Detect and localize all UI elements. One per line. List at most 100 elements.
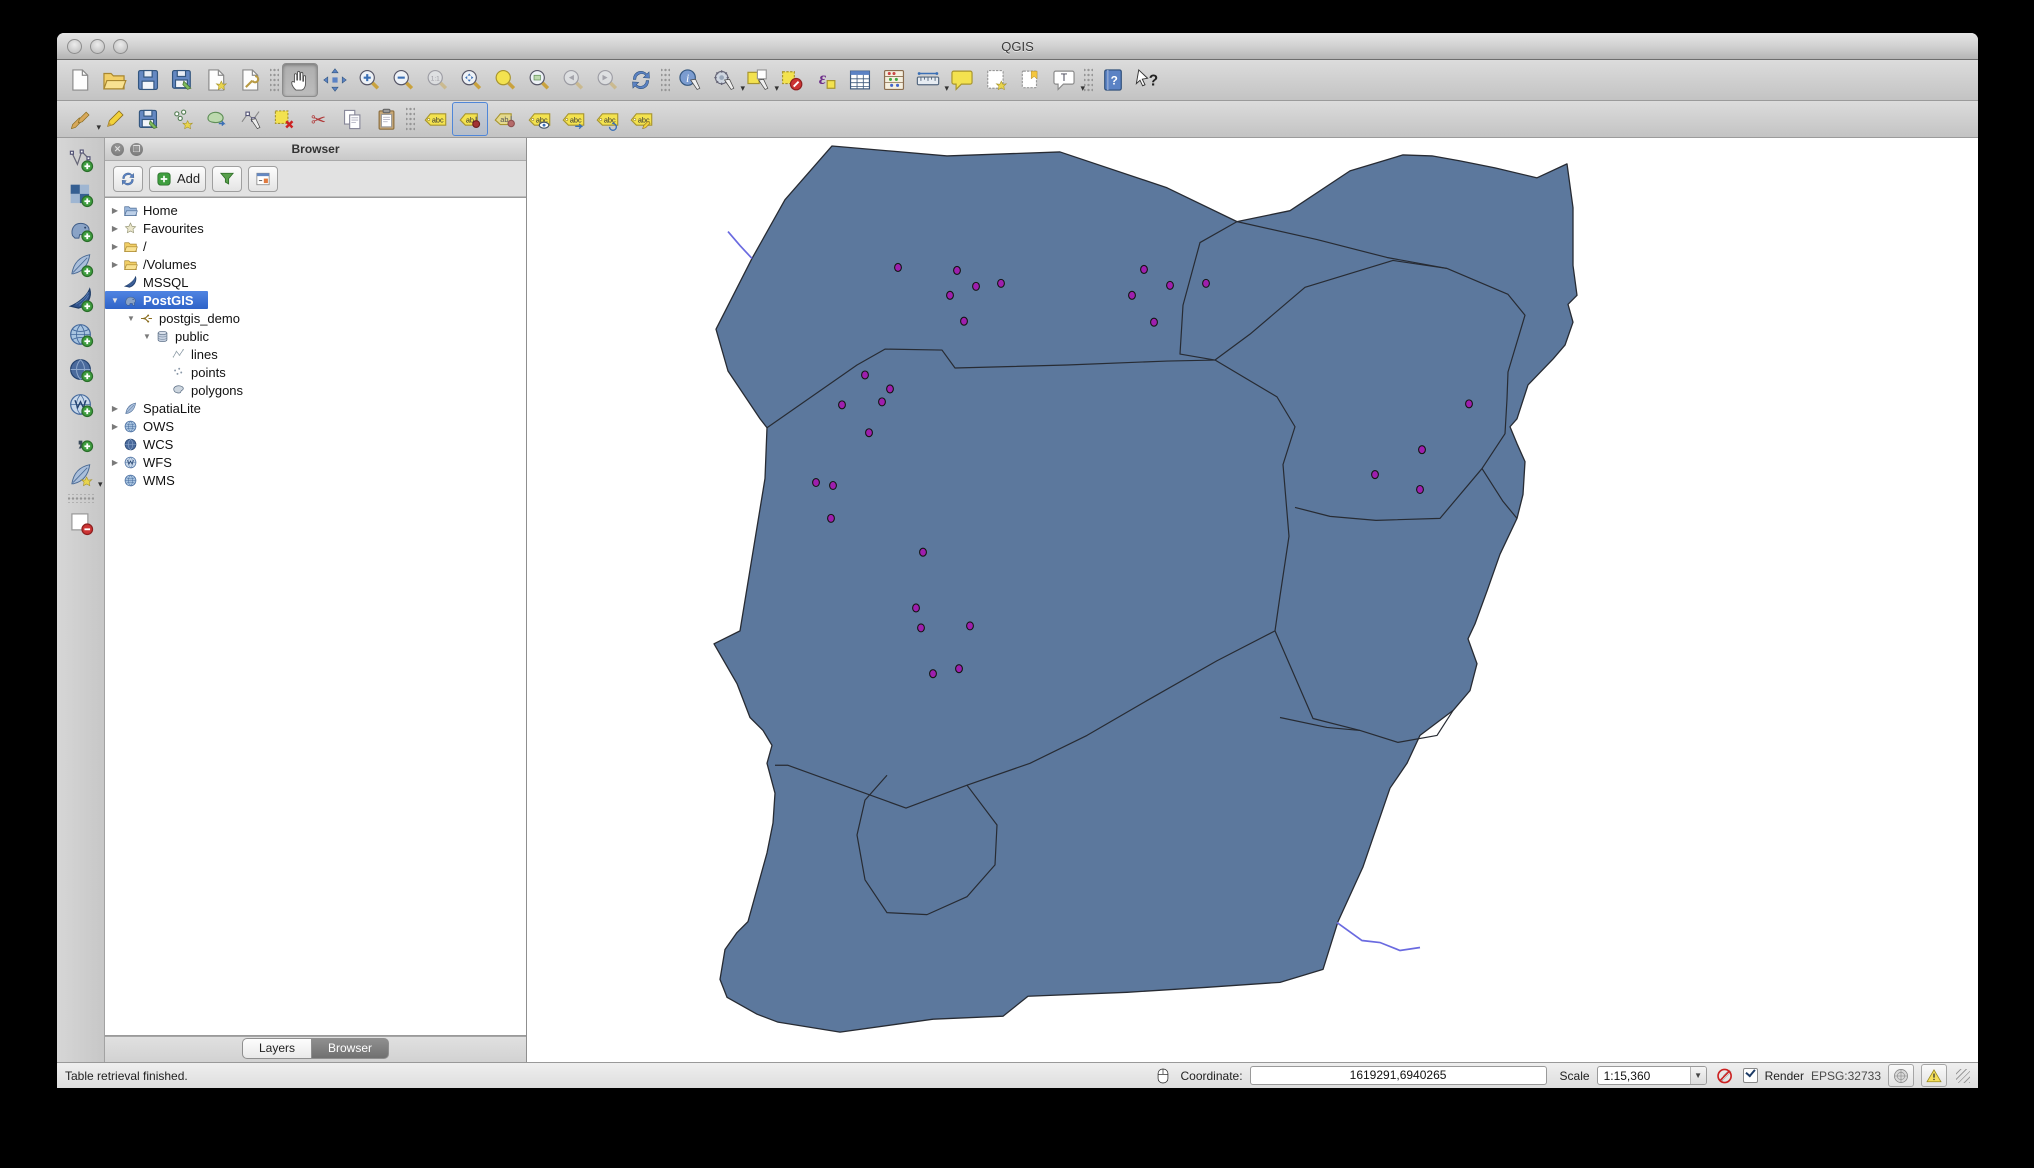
zoom-out-icon[interactable]: [386, 64, 420, 96]
properties-widget-button[interactable]: [248, 166, 278, 192]
whats-this-icon[interactable]: ?: [1130, 64, 1164, 96]
tab-browser[interactable]: Browser: [311, 1038, 389, 1059]
tree-item-[interactable]: ▶/: [105, 237, 526, 255]
zoom-in-icon[interactable]: [352, 64, 386, 96]
tree-item-volumes[interactable]: ▶/Volumes: [105, 255, 526, 273]
add-button[interactable]: Add: [149, 166, 206, 192]
deselect-features-icon[interactable]: [775, 64, 809, 96]
expander-expanded-icon[interactable]: ▼: [141, 332, 153, 341]
new-print-composer-icon[interactable]: [199, 64, 233, 96]
layer-labeling-options-icon[interactable]: abc: [418, 103, 452, 135]
coordinate-input[interactable]: 1619291,6940265: [1250, 1066, 1547, 1085]
save-project-as-icon[interactable]: [165, 64, 199, 96]
expander-collapsed-icon[interactable]: ▶: [109, 242, 121, 251]
scale-combo[interactable]: 1:15,360 ▼: [1597, 1066, 1707, 1085]
tree-item-polygons[interactable]: polygons: [105, 381, 526, 399]
composer-manager-icon[interactable]: [233, 64, 267, 96]
label-highlight-pinned-icon[interactable]: ab: [488, 103, 522, 135]
label-pin-unpin-icon[interactable]: ab: [452, 102, 488, 136]
map-tips-icon[interactable]: [945, 64, 979, 96]
expander-collapsed-icon[interactable]: ▶: [109, 458, 121, 467]
identify-features-icon[interactable]: i: [673, 64, 707, 96]
tree-item-lines[interactable]: lines: [105, 345, 526, 363]
crs-status-button[interactable]: [1888, 1064, 1914, 1087]
new-project-icon[interactable]: [63, 64, 97, 96]
zoom-next-icon[interactable]: [590, 64, 624, 96]
delete-selected-icon[interactable]: [267, 103, 301, 135]
label-properties-icon[interactable]: abc: [624, 103, 658, 135]
show-bookmarks-icon[interactable]: [1013, 64, 1047, 96]
new-shapefile-layer-icon[interactable]: ▾: [63, 457, 99, 492]
add-wcs-layer-icon[interactable]: [63, 352, 99, 387]
tree-item-wfs[interactable]: ▶WFS: [105, 453, 526, 471]
expander-expanded-icon[interactable]: ▼: [125, 314, 137, 323]
tree-item-mssql[interactable]: MSSQL: [105, 273, 526, 291]
tree-item-postgisdemo[interactable]: ▼postgis_demo: [105, 309, 526, 327]
add-delimited-text-layer-icon[interactable]: ,: [63, 422, 99, 457]
open-project-icon[interactable]: [97, 64, 131, 96]
map-canvas[interactable]: [527, 138, 1978, 1062]
tree-item-favourites[interactable]: ▶Favourites: [105, 219, 526, 237]
tree-item-points[interactable]: points: [105, 363, 526, 381]
stop-render-icon[interactable]: [1714, 1066, 1736, 1086]
tree-item-ows[interactable]: ▶OWS: [105, 417, 526, 435]
resize-grip[interactable]: [1956, 1069, 1970, 1083]
add-raster-layer-icon[interactable]: [63, 177, 99, 212]
tree-item-spatialite[interactable]: ▶SpatiaLite: [105, 399, 526, 417]
zoom-to-layer-icon[interactable]: [522, 64, 556, 96]
select-by-expression-icon[interactable]: ε: [809, 64, 843, 96]
field-calculator-icon[interactable]: [877, 64, 911, 96]
text-annotation-icon[interactable]: T▾: [1047, 64, 1081, 96]
pan-to-selection-icon[interactable]: [318, 64, 352, 96]
expander-collapsed-icon[interactable]: ▶: [109, 224, 121, 233]
tree-item-home[interactable]: ▶Home: [105, 201, 526, 219]
tree-item-wms[interactable]: WMS: [105, 471, 526, 489]
add-postgis-layer-icon[interactable]: [63, 212, 99, 247]
render-checkbox[interactable]: [1743, 1068, 1758, 1083]
label-rotate-icon[interactable]: abc: [590, 103, 624, 135]
tab-layers[interactable]: Layers: [242, 1038, 311, 1059]
chevron-down-icon[interactable]: ▼: [1690, 1067, 1706, 1084]
dropdown-arrow-icon[interactable]: ▾: [98, 479, 103, 490]
save-project-icon[interactable]: [131, 64, 165, 96]
help-contents-icon[interactable]: ?: [1096, 64, 1130, 96]
expander-expanded-icon[interactable]: ▼: [109, 296, 121, 305]
expander-collapsed-icon[interactable]: ▶: [109, 260, 121, 269]
expander-collapsed-icon[interactable]: ▶: [109, 206, 121, 215]
new-bookmark-icon[interactable]: [979, 64, 1013, 96]
label-move-icon[interactable]: abc: [556, 103, 590, 135]
zoom-full-extent-icon[interactable]: [454, 64, 488, 96]
tree-item-wcs[interactable]: WCS: [105, 435, 526, 453]
zoom-to-selection-icon[interactable]: [488, 64, 522, 96]
remove-layer-icon[interactable]: [63, 505, 99, 540]
add-feature-icon[interactable]: [165, 103, 199, 135]
measure-line-icon[interactable]: ▾: [911, 64, 945, 96]
select-features-icon[interactable]: ▾: [741, 64, 775, 96]
title-bar[interactable]: QGIS: [57, 33, 1978, 60]
add-spatialite-layer-icon[interactable]: [63, 247, 99, 282]
move-feature-icon[interactable]: [199, 103, 233, 135]
toggle-editing-icon[interactable]: [97, 103, 131, 135]
refresh-map-icon[interactable]: [624, 64, 658, 96]
extents-toggle-icon[interactable]: [1152, 1066, 1174, 1086]
label-show-hide-icon[interactable]: abc: [522, 103, 556, 135]
tree-item-public[interactable]: ▼public: [105, 327, 526, 345]
add-wms-layer-icon[interactable]: [63, 317, 99, 352]
dropdown-arrow-icon[interactable]: ▾: [1080, 83, 1085, 94]
tree-item-postgis[interactable]: ▼PostGIS: [105, 291, 208, 309]
copy-features-icon[interactable]: [335, 103, 369, 135]
run-feature-action-icon[interactable]: ▾: [707, 64, 741, 96]
filter-button[interactable]: [212, 166, 242, 192]
pan-map-icon[interactable]: [282, 63, 318, 97]
cut-features-icon[interactable]: ✂: [301, 103, 335, 135]
zoom-last-icon[interactable]: [556, 64, 590, 96]
node-tool-icon[interactable]: [233, 103, 267, 135]
paste-features-icon[interactable]: [369, 103, 403, 135]
expander-collapsed-icon[interactable]: ▶: [109, 404, 121, 413]
current-edits-icon[interactable]: ▾: [63, 103, 97, 135]
log-messages-button[interactable]: [1921, 1064, 1947, 1087]
expander-collapsed-icon[interactable]: ▶: [109, 422, 121, 431]
refresh-button[interactable]: [113, 166, 143, 192]
add-wfs-layer-icon[interactable]: [63, 387, 99, 422]
open-attribute-table-icon[interactable]: [843, 64, 877, 96]
